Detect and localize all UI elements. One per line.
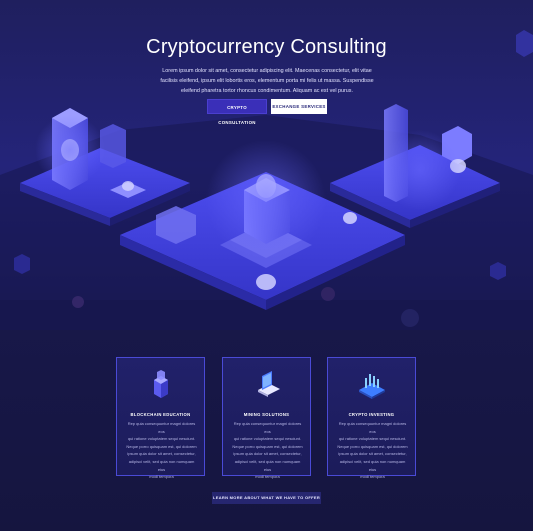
feature-description-line: Rep quia consequuntur magni dolores eos [233, 421, 302, 434]
feature-card-blockchain: BLOCKCHAIN EDUCATION Rep quia consequunt… [116, 357, 205, 479]
feature-title: MINING SOLUTIONS [243, 412, 290, 417]
investing-chart-icon [359, 374, 385, 399]
feature-description-line: modi tempora [360, 474, 385, 480]
feature-description-line: Neque porro quisquam est, qui dolorem [337, 443, 408, 449]
learn-more-button[interactable]: LEARN MORE ABOUT WHAT WE HAVE TO OFFER [212, 492, 321, 504]
blockchain-cube-icon [154, 370, 168, 398]
feature-description-line: ipsum quia dolor sit amet, consectetur, [338, 451, 407, 457]
feature-description-line: qui ratione voluptatem sequi nesciunt. [233, 436, 302, 442]
crypto-consultation-button[interactable]: CRYPTO CONSULTATION [207, 99, 267, 125]
feature-card-mining: MINING SOLUTIONS Rep quia consequuntur m… [222, 357, 311, 479]
feature-description: Rep quia consequuntur magni dolores eos … [232, 420, 303, 481]
hero-description: Lorem ipsum dolor sit amet, consectetur … [156, 66, 378, 96]
feature-description-line: adipisci velit, sed quia non numquam eiu… [128, 458, 195, 472]
feature-description-line: Rep quia consequuntur magni dolores eos [127, 421, 196, 434]
feature-description-line: Neque porro quisquam est, qui dolorem [232, 443, 303, 449]
feature-description-line: modi tempora [149, 474, 174, 480]
feature-description: Rep quia consequuntur magni dolores eos … [337, 420, 408, 481]
feature-title: BLOCKCHAIN EDUCATION [130, 412, 191, 417]
feature-description-line: qui ratione voluptatem sequi nesciunt. [127, 436, 196, 442]
hero-description-line: eleifend pharetra tortor rhoncus condime… [181, 88, 353, 94]
feature-description: Rep quia consequuntur magni dolores eos … [126, 420, 197, 481]
feature-description-line: qui ratione voluptatem sequi nesciunt. [338, 436, 407, 442]
feature-card-investing: CRYPTO INVESTING Rep quia consequuntur m… [327, 357, 416, 479]
feature-description-line: ipsum quia dolor sit amet, consectetur, [233, 451, 302, 457]
feature-title: CRYPTO INVESTING [348, 412, 395, 417]
feature-description-line: adipisci velit, sed quia non numquam eiu… [339, 458, 406, 472]
feature-description-line: adipisci velit, sed quia non numquam eiu… [234, 458, 301, 472]
feature-description-line: modi tempora [255, 474, 280, 480]
feature-description-line: ipsum quia dolor sit amet, consectetur, [127, 451, 196, 457]
hero-description-line: facilisis eleifend, ipsum elit lobortis … [160, 78, 374, 84]
exchange-services-button[interactable]: EXCHANGE SERVICES [271, 99, 327, 114]
feature-description-line: Neque porro quisquam est, qui dolorem [126, 443, 197, 449]
page-title: Cryptocurrency Consulting [146, 36, 387, 58]
laptop-mining-icon [258, 371, 280, 397]
hero-description-line: Lorem ipsum dolor sit amet, consectetur … [162, 68, 372, 74]
feature-description-line: Rep quia consequuntur magni dolores eos [338, 421, 407, 434]
